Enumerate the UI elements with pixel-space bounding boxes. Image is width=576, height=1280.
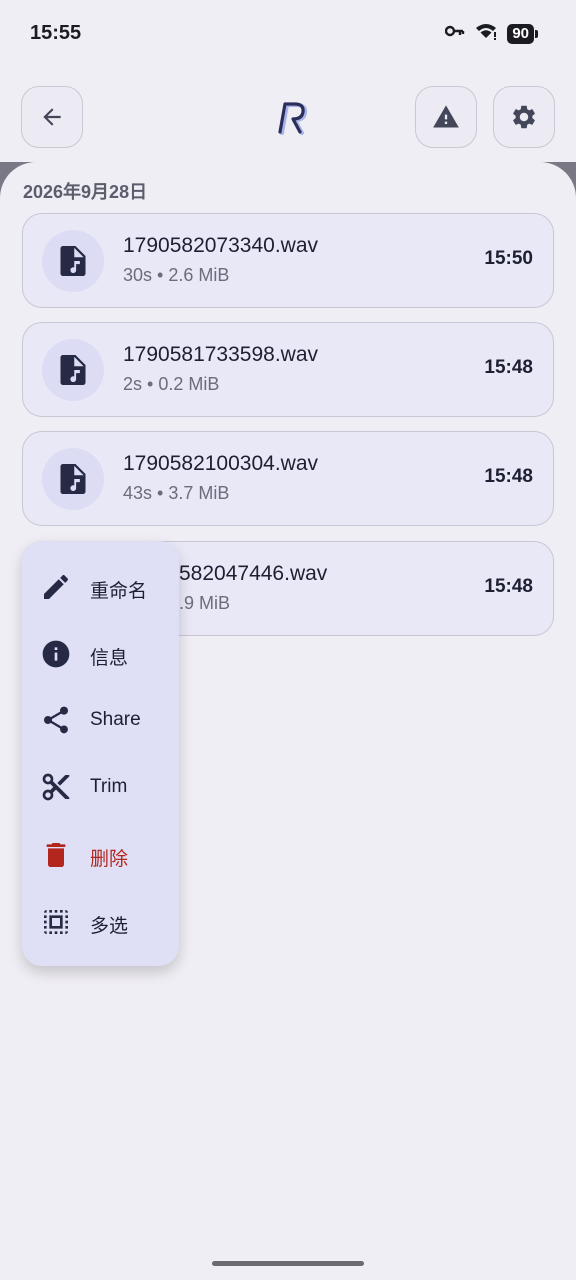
recording-card[interactable]: 1790582100304.wav 43s • 3.7 MiB 15:48 — [22, 431, 554, 526]
battery-level: 90 — [507, 23, 534, 44]
recording-meta: 2s • 0.2 MiB — [123, 374, 220, 394]
recording-card[interactable]: 1790581733598.wav 2s • 0.2 MiB 15:48 — [22, 322, 554, 417]
recording-meta: 43s • 3.7 MiB — [123, 483, 230, 503]
info-icon — [42, 640, 70, 668]
recording-card[interactable]: 1790582073340.wav 30s • 2.6 MiB 15:50 — [22, 213, 554, 308]
settings-button[interactable] — [493, 86, 555, 148]
pencil-icon — [44, 574, 69, 599]
status-bar: 15:55 90 — [0, 0, 576, 70]
menu-label: 删除 — [90, 849, 129, 870]
recording-meta: 30s • 2.6 MiB — [123, 265, 230, 285]
audio-file-icon — [42, 230, 104, 292]
recording-name: 1790581733598.wav — [123, 343, 319, 366]
audio-file-icon — [42, 448, 104, 510]
warning-icon — [433, 105, 459, 128]
recording-time: 15:50 — [484, 248, 533, 269]
trash-icon — [46, 843, 66, 867]
share-icon — [44, 706, 68, 734]
menu-label: 重命名 — [90, 581, 148, 602]
recording-time: 15:48 — [484, 466, 533, 487]
screen: 15:55 90 2026年9月28日 1790582073340.wav 30… — [0, 0, 576, 1280]
key-icon — [445, 24, 465, 43]
menu-label: 信息 — [90, 648, 129, 669]
app-logo-icon — [268, 96, 312, 140]
home-indicator[interactable] — [212, 1261, 364, 1266]
date-header: 2026年9月28日 — [23, 182, 148, 202]
recording-name: 582047446.wav — [179, 562, 328, 585]
menu-item-delete[interactable]: 删除 — [22, 823, 179, 887]
menu-label: Share — [90, 709, 141, 730]
battery-icon: 90 — [507, 23, 538, 44]
context-menu: 重命名 信息 Share Trim 删除 多选 — [22, 541, 179, 966]
warning-button[interactable] — [415, 86, 477, 148]
audio-file-icon — [42, 339, 104, 401]
select-all-icon — [44, 910, 68, 934]
menu-item-info[interactable]: 信息 — [22, 622, 179, 686]
recording-name: 1790582100304.wav — [123, 452, 319, 475]
wifi-icon — [475, 22, 497, 45]
recording-time: 15:48 — [484, 576, 533, 597]
menu-item-multi-select[interactable]: 多选 — [22, 890, 179, 954]
recording-name: 1790582073340.wav — [123, 234, 319, 257]
menu-item-share[interactable]: Share — [22, 688, 179, 752]
arrow-left-icon — [43, 108, 61, 126]
menu-label: 多选 — [90, 916, 129, 937]
scissors-icon — [42, 773, 70, 801]
menu-item-trim[interactable]: Trim — [22, 755, 179, 819]
status-time: 15:55 — [30, 22, 82, 44]
menu-item-rename[interactable]: 重命名 — [22, 555, 179, 619]
menu-label: Trim — [90, 776, 128, 797]
recording-time: 15:48 — [484, 357, 533, 378]
recording-meta: .9 MiB — [179, 593, 231, 613]
gear-icon — [513, 105, 535, 129]
status-icons: 90 — [445, 22, 538, 45]
back-button[interactable] — [21, 86, 83, 148]
